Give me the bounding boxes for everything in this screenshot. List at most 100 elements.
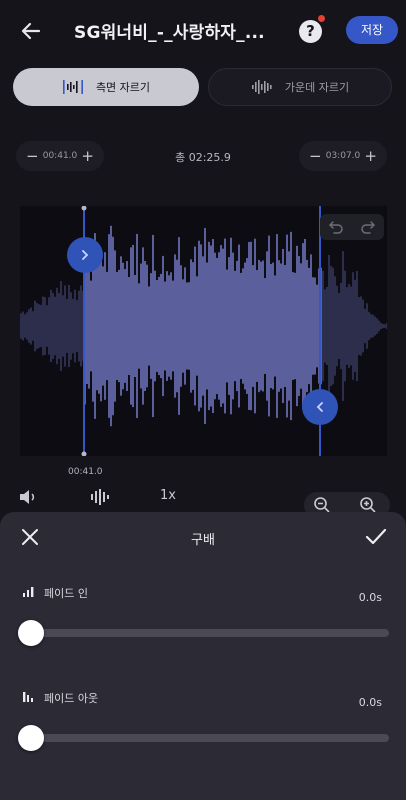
waveform-bar <box>260 261 262 391</box>
redo-icon[interactable] <box>352 214 384 240</box>
waveform-bar <box>184 267 186 385</box>
fade-out-value: 0.0s <box>358 696 382 709</box>
close-icon[interactable] <box>20 527 40 547</box>
end-minus-button[interactable]: − <box>309 148 322 164</box>
waveform-bar <box>296 245 298 407</box>
tab-center-trim[interactable]: 가운데 자르기 <box>208 68 392 106</box>
start-minus-button[interactable]: − <box>26 148 39 164</box>
waveform-bar <box>292 272 294 380</box>
waveform-bar <box>330 265 332 387</box>
waveform-bar <box>272 262 274 390</box>
confirm-check-icon[interactable] <box>364 526 388 548</box>
waveform-bar <box>32 311 34 341</box>
sheet-title: 구배 <box>191 533 215 548</box>
waveform-bar <box>356 271 358 381</box>
waveform-bar <box>140 263 142 389</box>
waveform-bar <box>360 296 362 356</box>
waveform-bar <box>134 275 136 377</box>
chevron-left-icon <box>316 402 323 412</box>
waveform-bar <box>132 244 134 408</box>
waveform-bar <box>236 260 238 392</box>
file-title: SG워너비_-_사랑하자_... <box>74 23 265 43</box>
waveform-bar <box>46 305 48 347</box>
fade-settings-sheet: 구배 페이드 인 0.0s 페이드 아웃 0.0s <box>0 512 406 800</box>
waveform-bar <box>96 261 98 391</box>
waveform-bar <box>56 287 58 365</box>
waveform-bar <box>60 281 62 371</box>
waveform-bar <box>178 237 180 415</box>
waveform-bar <box>220 245 222 407</box>
total-duration: 총 02:25.9 <box>175 151 231 164</box>
waveform-bar <box>148 286 150 366</box>
save-button[interactable]: 저장 <box>346 16 398 44</box>
waveform-bar <box>268 235 270 417</box>
waveform-bar <box>40 304 42 348</box>
waveform-bar <box>316 284 318 368</box>
waveform-bar <box>130 247 132 405</box>
waveform-bar <box>154 270 156 382</box>
waveform-bar <box>122 262 124 390</box>
side-trim-icon <box>62 80 83 94</box>
waveform-bar <box>114 250 116 402</box>
waveform-bar <box>248 242 250 410</box>
start-plus-button[interactable]: + <box>81 148 94 164</box>
waveform-bar <box>58 293 60 359</box>
tab-side-trim[interactable]: 측면 자르기 <box>13 68 199 106</box>
waveform-bar <box>244 262 246 390</box>
waveform-bar <box>350 286 352 366</box>
waveform-bar <box>222 248 224 404</box>
waveform-bar <box>124 269 126 383</box>
waveform-bar <box>66 298 68 354</box>
waveform-bar <box>138 283 140 369</box>
waveform-bar <box>362 299 364 353</box>
waveform-bar <box>176 259 178 393</box>
fade-in-value: 0.0s <box>358 591 382 604</box>
waveform-bar <box>302 243 304 409</box>
start-trim-handle[interactable] <box>67 237 103 273</box>
waveform-bar <box>210 245 212 407</box>
fade-out-slider-thumb[interactable] <box>18 725 44 751</box>
waveform-bar <box>284 265 286 387</box>
waveform-bar <box>346 287 348 365</box>
end-trim-handle[interactable] <box>302 389 338 425</box>
fade-out-slider[interactable] <box>18 725 389 751</box>
back-arrow-icon[interactable] <box>18 18 44 44</box>
waveform-bar <box>214 252 216 400</box>
speed-button[interactable]: 1x <box>160 488 176 503</box>
chevron-right-icon <box>82 250 89 260</box>
waveform-bar <box>282 248 284 404</box>
waveform-bar <box>142 247 144 405</box>
waveform-bar <box>74 289 76 363</box>
waveform-bar <box>190 259 192 393</box>
waveform-bar <box>352 272 354 380</box>
fade-in-label: 페이드 인 <box>44 587 88 600</box>
center-trim-icon <box>251 80 272 94</box>
waveform-bar <box>90 280 92 372</box>
waveform-bar <box>218 252 220 400</box>
waveform-bar <box>92 250 94 402</box>
fade-in-slider-thumb[interactable] <box>18 620 44 646</box>
waveform-bar <box>266 251 268 401</box>
waveform-bar <box>20 313 22 339</box>
waveform-bar <box>52 293 54 359</box>
waveform-icon[interactable] <box>90 488 110 510</box>
waveform-bar <box>192 262 194 390</box>
waveform-bar <box>36 302 38 350</box>
waveform-bar <box>208 241 210 411</box>
waveform-bar <box>376 318 378 334</box>
help-icon[interactable]: ? <box>299 20 322 43</box>
waveform-bar <box>254 238 256 414</box>
waveform-bar <box>168 275 170 377</box>
end-plus-button[interactable]: + <box>364 148 377 164</box>
waveform-bar <box>182 279 184 373</box>
waveform-bar <box>204 228 206 424</box>
waveform-bar <box>156 280 158 372</box>
start-time-stepper: − 00:41.0 + <box>16 141 104 171</box>
waveform-bar <box>368 311 370 341</box>
fade-in-slider[interactable] <box>18 620 389 646</box>
waveform-bar <box>28 309 30 343</box>
undo-icon[interactable] <box>320 214 352 240</box>
waveform-bar <box>370 314 372 338</box>
waveform-bar <box>54 296 56 356</box>
volume-icon[interactable] <box>18 488 38 510</box>
